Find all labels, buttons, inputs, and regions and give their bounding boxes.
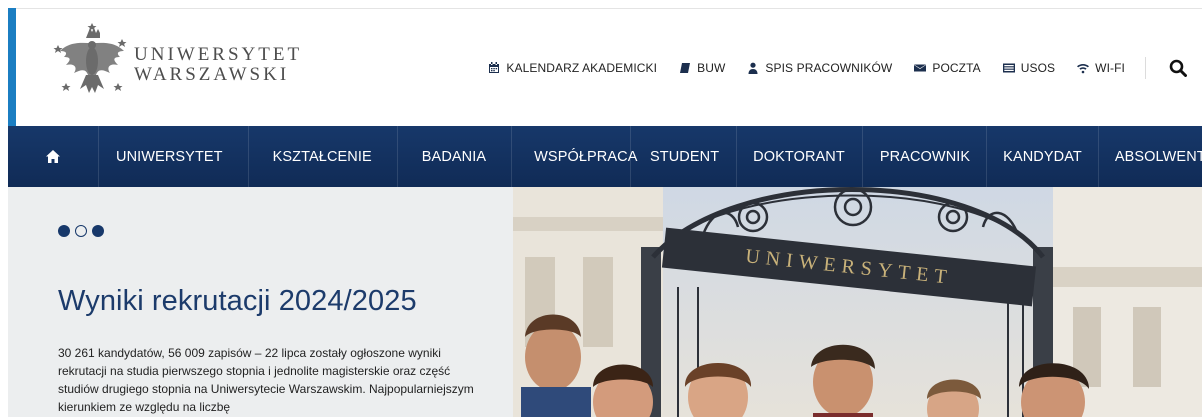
nav-item-badania[interactable]: BADANIA — [398, 126, 511, 187]
user-icon — [747, 62, 759, 74]
hero-description: 30 261 kandydatów, 56 009 zapisów – 22 l… — [58, 346, 474, 414]
toplink-usos[interactable]: USOS — [1002, 61, 1056, 75]
toplink-staff-directory[interactable]: SPIS PRACOWNIKÓW — [747, 61, 892, 75]
eagle-emblem-icon — [53, 23, 127, 93]
nav-item-doktorant[interactable]: DOKTORANT — [737, 126, 862, 187]
toplinks-divider — [1145, 57, 1146, 79]
accent-bar — [8, 8, 16, 126]
hero-photo-illustration: UNIWERSYTET — [513, 187, 1202, 417]
toplink-wifi-label: WI-FI — [1095, 61, 1125, 75]
slider-dot-2[interactable] — [75, 225, 87, 237]
toplink-calendar-label: KALENDARZ AKADEMICKI — [506, 61, 658, 75]
hero-text-panel: Wyniki rekrutacji 2024/2025 30 261 kandy… — [8, 187, 513, 417]
quick-links: KALENDARZ AKADEMICKI BUW SPIS PRACOWNIKÓ… — [466, 57, 1202, 79]
nav-item-absolwent[interactable]: ABSOLWENT — [1099, 126, 1202, 187]
nav-item-ksztalcenie[interactable]: KSZTAŁCENIE — [249, 126, 397, 187]
envelope-icon — [914, 62, 927, 74]
toplink-buw[interactable]: BUW — [679, 61, 725, 75]
nav-item-pracownik[interactable]: PRACOWNIK — [863, 126, 986, 187]
book-icon — [679, 62, 691, 74]
list-icon — [1002, 62, 1015, 74]
main-navigation: UNIWERSYTET KSZTAŁCENIE BADANIA WSPÓŁPRA… — [8, 126, 1202, 187]
logo-line-1: UNIWERSYTET — [134, 44, 303, 65]
home-icon — [46, 150, 60, 163]
slider-dots — [58, 225, 109, 237]
hero-title[interactable]: Wyniki rekrutacji 2024/2025 — [58, 285, 417, 318]
site-header: UNIWERSYTET WARSZAWSKI KALENDARZ AKADEMI… — [16, 9, 1202, 126]
university-logo[interactable]: UNIWERSYTET WARSZAWSKI — [52, 23, 302, 103]
toplink-staff-label: SPIS PRACOWNIKÓW — [765, 61, 893, 75]
calendar-icon — [488, 62, 500, 74]
toplink-mail[interactable]: POCZTA — [914, 61, 981, 75]
nav-item-uniwersytet[interactable]: UNIWERSYTET — [99, 126, 248, 187]
toplink-mail-label: POCZTA — [932, 61, 981, 75]
logo-line-2: WARSZAWSKI — [134, 64, 290, 85]
toplink-buw-label: BUW — [697, 61, 726, 75]
nav-item-student[interactable]: STUDENT — [631, 126, 736, 187]
search-icon — [1169, 59, 1187, 77]
search-button[interactable] — [1168, 58, 1188, 78]
toplink-wifi[interactable]: WI-FI — [1077, 61, 1125, 75]
logo-text: UNIWERSYTET WARSZAWSKI — [134, 45, 302, 85]
toplink-usos-label: USOS — [1020, 61, 1056, 75]
hero-image[interactable]: UNIWERSYTET — [513, 187, 1202, 417]
toplink-calendar[interactable]: KALENDARZ AKADEMICKI — [488, 61, 657, 75]
slider-dot-1[interactable] — [58, 225, 70, 237]
nav-home[interactable] — [8, 126, 98, 187]
nav-item-kandydat[interactable]: KANDYDAT — [987, 126, 1098, 187]
wifi-icon — [1077, 62, 1090, 74]
slider-dot-3[interactable] — [92, 225, 104, 237]
nav-audience-group: STUDENT DOKTORANT PRACOWNIK KANDYDAT ABS… — [630, 126, 1202, 187]
